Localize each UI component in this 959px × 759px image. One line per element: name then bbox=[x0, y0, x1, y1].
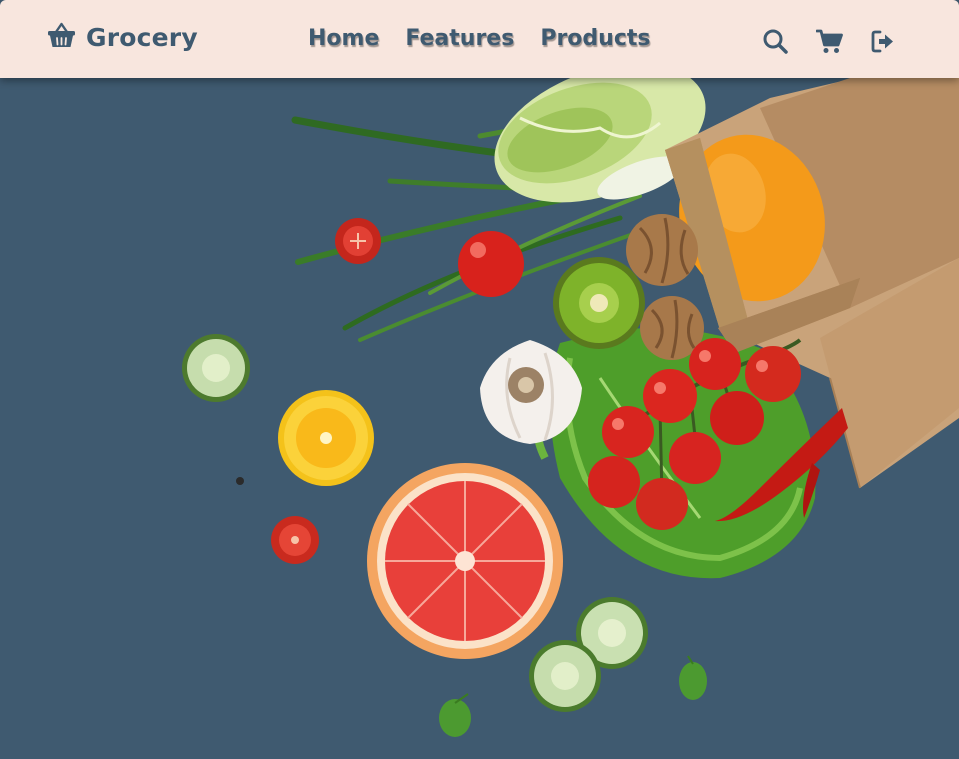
logout-icon[interactable] bbox=[870, 28, 897, 55]
nav-home[interactable]: Home bbox=[308, 26, 379, 51]
basket-icon bbox=[47, 22, 76, 52]
grapefruit-image bbox=[367, 463, 563, 659]
header-actions bbox=[762, 28, 897, 55]
logo-link[interactable]: Grocery bbox=[47, 22, 198, 52]
site-header: Grocery Home Features Products bbox=[0, 0, 959, 78]
lemon-slice-image bbox=[278, 390, 374, 486]
cart-icon[interactable] bbox=[815, 28, 843, 55]
grocery-hero-illustration bbox=[0, 78, 959, 759]
nav-products[interactable]: Products bbox=[540, 26, 650, 51]
hero-banner bbox=[0, 78, 959, 759]
main-nav: Home Features Products bbox=[308, 26, 650, 51]
logo-text: Grocery bbox=[86, 22, 198, 52]
kiwi-image bbox=[553, 257, 645, 349]
search-icon[interactable] bbox=[762, 28, 789, 55]
nav-features[interactable]: Features bbox=[405, 26, 514, 51]
cherry-tomato-small-image bbox=[271, 516, 319, 564]
